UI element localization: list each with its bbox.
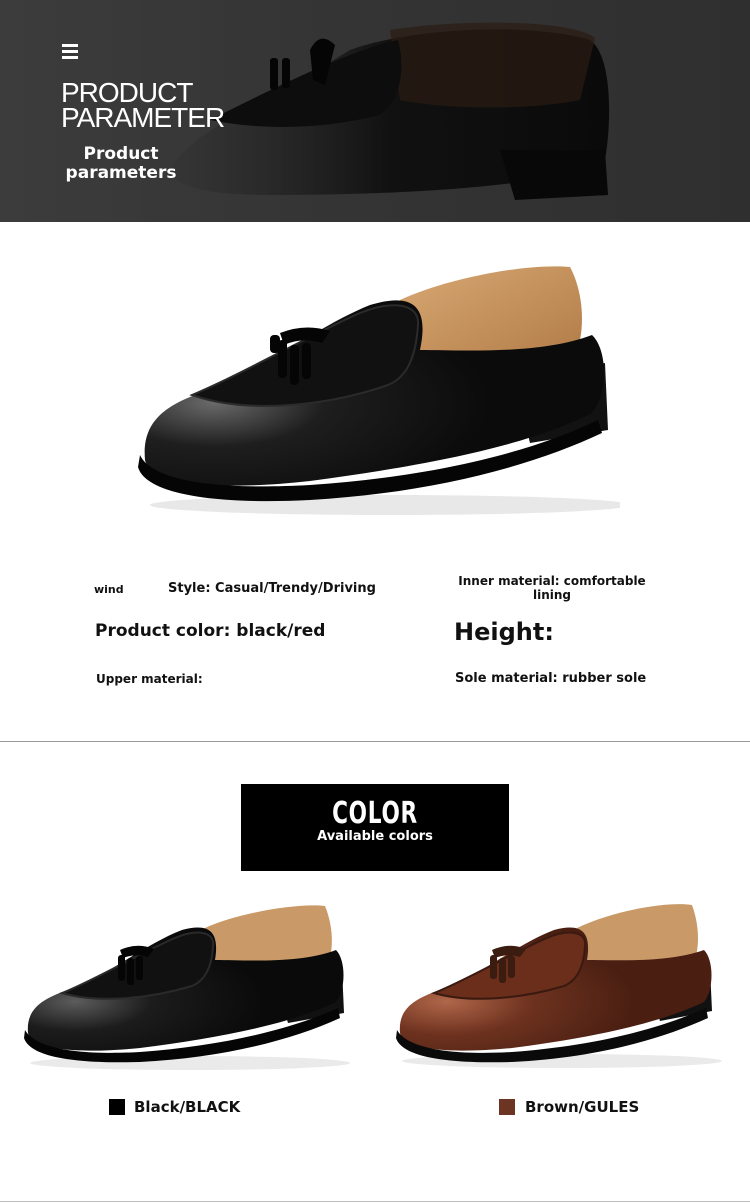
param-product-color: Product color: black/red	[95, 621, 326, 641]
header-banner: PRODUCT PARAMETER Product parameters	[0, 0, 750, 222]
param-style: Style: Casual/Trendy/Driving	[168, 581, 376, 596]
variant-brown-label[interactable]: Brown/GULES	[525, 1098, 639, 1116]
menu-icon[interactable]	[62, 44, 78, 60]
param-upper-material: Upper material:	[96, 672, 203, 686]
bottom-divider	[0, 1201, 750, 1202]
variant-brown-shoe-image[interactable]	[392, 893, 722, 1068]
color-subtitle: Available colors	[317, 829, 433, 844]
black-swatch[interactable]	[109, 1099, 125, 1115]
param-wind: wind	[94, 583, 124, 596]
variant-black-label[interactable]: Black/BLACK	[134, 1098, 240, 1116]
brown-swatch[interactable]	[499, 1099, 515, 1115]
header-subtitle: Product parameters	[65, 144, 177, 183]
main-product-shoe-image	[138, 266, 620, 515]
param-inner-material: Inner material: comfortable lining	[458, 574, 646, 602]
variant-black-shoe-image[interactable]	[20, 898, 350, 1073]
param-sole-material: Sole material: rubber sole	[455, 671, 647, 686]
header-title-line2: PARAMETER	[61, 102, 225, 133]
color-title: COLOR	[332, 796, 418, 831]
color-section-header: COLOR Available colors	[241, 784, 509, 871]
param-height: Height:	[454, 618, 554, 646]
section-divider	[0, 741, 750, 742]
